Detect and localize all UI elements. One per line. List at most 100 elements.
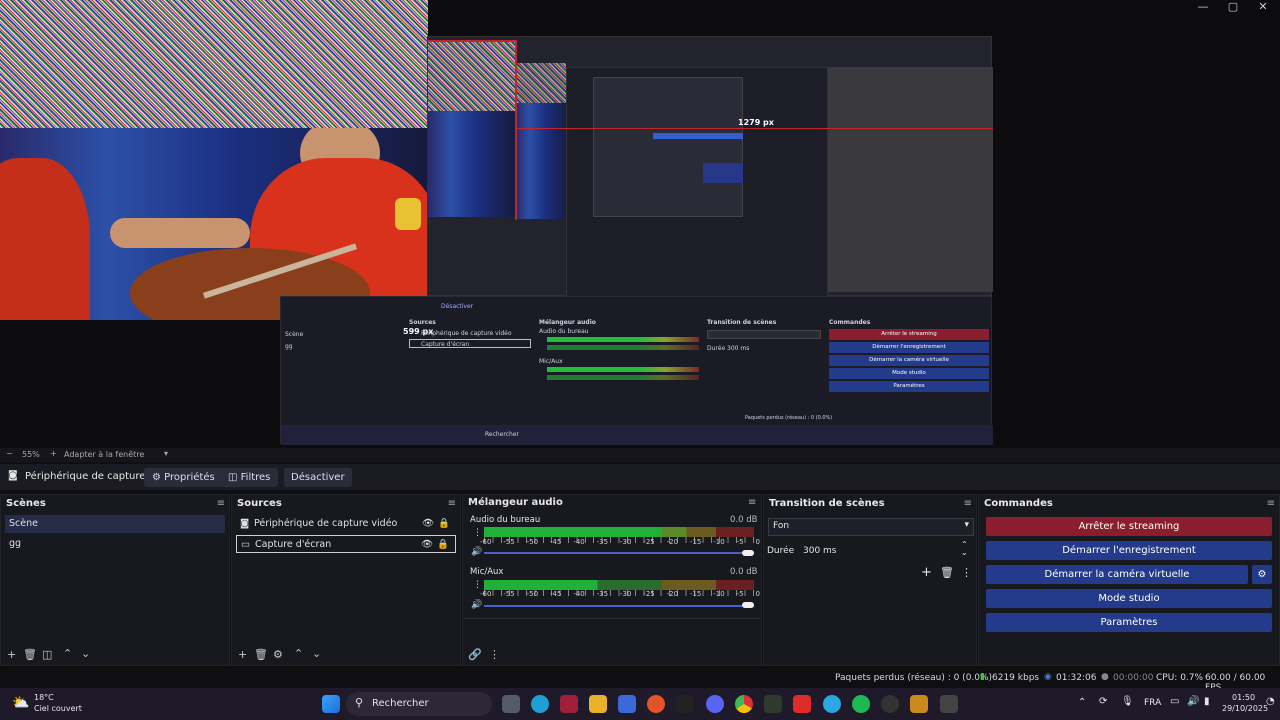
arrow-up-icon[interactable]: ⌃ [294,647,303,660]
zoom-in-button[interactable]: + [50,449,57,458]
app-icon[interactable] [764,695,782,713]
arrow-down-icon[interactable]: ⌄ [81,647,90,660]
edge-icon[interactable] [531,695,549,713]
maximize-icon[interactable]: ▢ [1218,0,1248,14]
mixer-title: Mélangeur audio [468,497,563,508]
scene-item[interactable]: gg [5,535,225,553]
start-icon[interactable] [322,695,340,713]
clock-date[interactable]: 29/10/2025 [1222,704,1268,713]
chevron-up-icon[interactable]: ⌃ [1078,697,1086,708]
weather-icon[interactable]: ⛅ [12,695,29,711]
deactivate-button[interactable]: Désactiver [284,468,352,487]
dock-menu-icon[interactable]: ≡ [217,498,225,509]
language-indicator[interactable]: FRA [1144,698,1161,708]
capcut-icon[interactable] [676,695,694,713]
source-item[interactable]: ▭ Capture d'écran 👁 🔒 [236,535,456,553]
virtual-camera-settings-button[interactable]: ⚙ [1252,565,1272,584]
store-icon[interactable] [618,695,636,713]
zoom-bar: − 55% + Adapter à la fenêtre ▾ [0,448,1280,462]
link-icon[interactable]: 🔗 [468,648,482,661]
noise-overlay [0,0,428,128]
scene-item[interactable]: Scène [5,515,225,533]
app-icon[interactable] [940,695,958,713]
stop-streaming-button[interactable]: Arrêter le streaming [986,517,1272,536]
lock-icon[interactable]: 🔒 [438,515,450,533]
volume-slider[interactable] [484,552,754,554]
meter-scale-tick: -45 [549,538,562,546]
meter-scale-tick: -60 [480,538,492,546]
speaker-icon[interactable]: 🔊 [471,547,482,557]
mic-icon[interactable]: 🎙 [1121,696,1134,707]
firefox-icon[interactable] [647,695,665,713]
spotify-icon[interactable] [852,695,870,713]
dock-menu-icon[interactable]: ≡ [964,498,972,509]
notification-icon[interactable]: ◔ [1266,696,1275,707]
obs-icon[interactable] [881,695,899,713]
channel-menu-icon[interactable]: ⋮ [473,580,482,590]
eye-icon[interactable]: 👁 [421,536,433,554]
minimize-icon[interactable]: — [1188,0,1218,14]
source-item[interactable]: ◙ Périphérique de capture vidéo 👁 🔒 [236,515,456,533]
fit-window-option[interactable]: Adapter à la fenêtre [64,450,144,459]
app-icon[interactable] [560,695,578,713]
transition-select[interactable]: Fon ▾ [768,518,974,536]
discord-icon[interactable] [706,695,724,713]
trash-icon[interactable]: 🗑 [940,566,954,579]
task-view-icon[interactable] [502,695,520,713]
dock-menu-icon[interactable]: ≡ [1267,498,1275,509]
trash-icon[interactable]: 🗑 [254,648,268,661]
dock-menu-icon[interactable]: ≡ [448,498,456,509]
start-virtual-camera-button[interactable]: Démarrer la caméra virtuelle [986,565,1248,584]
settings-button[interactable]: Paramètres [986,613,1272,632]
preview-canvas[interactable]: — ▢ ✕ 1279 px Désactiver Scène gg 599 px… [0,0,1280,448]
gear-icon: ⚙ [1257,569,1267,580]
channel-db: 0.0 dB [730,515,758,525]
more-icon[interactable]: ⋮ [489,648,500,661]
properties-button[interactable]: ⚙ Propriétés [144,468,223,487]
arrow-up-icon[interactable]: ⌃ [63,647,72,660]
taskbar-search[interactable]: ⚲ Rechercher [346,692,492,716]
volume-slider-knob[interactable] [742,550,754,556]
chrome-icon[interactable] [735,695,753,713]
signal-icon: ▮ [980,672,985,682]
weather-desc[interactable]: Ciel couvert [34,704,82,713]
youtube-icon[interactable] [793,695,811,713]
start-recording-button[interactable]: Démarrer l'enregistrement [986,541,1272,560]
volume-slider[interactable] [484,605,754,607]
volume-icon[interactable]: 🔊 [1187,696,1199,707]
app-icon[interactable] [823,695,841,713]
sources-title: Sources [237,498,282,509]
add-icon[interactable]: + [238,648,247,661]
stepper-icon[interactable]: ⌃ ⌄ [961,541,968,557]
eye-icon[interactable]: 👁 [422,515,434,533]
trash-icon[interactable]: 🗑 [23,648,37,661]
zoom-out-button[interactable]: − [6,449,13,458]
arrow-down-icon[interactable]: ⌄ [312,647,321,660]
duration-field[interactable]: 300 ms [803,546,837,556]
clock-time[interactable]: 01:50 [1232,693,1255,702]
weather-temp[interactable]: 18°C [34,693,54,702]
sync-icon[interactable]: ⟳ [1099,696,1107,707]
studio-mode-button[interactable]: Mode studio [986,589,1272,608]
stream-icon: ◉ [1044,672,1052,682]
app-icon[interactable] [910,695,928,713]
chevron-down-icon[interactable]: ▾ [164,449,168,458]
add-icon[interactable]: + [921,565,932,580]
filter-icon[interactable]: ◫ [42,648,52,661]
close-icon[interactable]: ✕ [1248,0,1278,14]
network-icon[interactable]: ▭ [1170,696,1179,707]
gear-icon[interactable]: ⚙ [273,648,283,661]
channel-menu-icon[interactable]: ⋮ [473,528,482,538]
commands-title: Commandes [984,498,1053,509]
dock-menu-icon[interactable]: ≡ [748,497,756,508]
volume-slider-knob[interactable] [742,602,754,608]
add-icon[interactable]: + [7,648,16,661]
folder-icon[interactable] [589,695,607,713]
more-icon[interactable]: ⋮ [961,566,972,579]
battery-icon[interactable]: ▮ [1204,696,1210,707]
speaker-icon[interactable]: 🔊 [471,600,482,610]
camera-icon: ◙ [240,518,250,529]
meter-scale-tick: -45 [549,590,562,598]
filters-button[interactable]: ◫ Filtres [220,468,279,487]
lock-icon[interactable]: 🔒 [437,536,449,554]
